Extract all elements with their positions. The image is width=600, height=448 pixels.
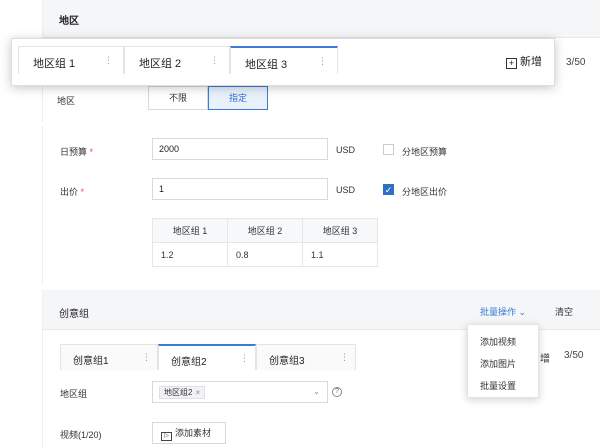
batch-operation-button[interactable]: 批量操作 ⌄ bbox=[480, 305, 526, 318]
menu-item-batch-settings[interactable]: 批量设置 bbox=[480, 379, 516, 392]
more-icon[interactable]: ⋮ bbox=[104, 55, 113, 66]
table-header-row: 地区组 1 地区组 2 地区组 3 bbox=[152, 218, 378, 243]
table-row: 1.2 0.8 1.1 bbox=[152, 242, 378, 267]
region-group-select[interactable]: 地区组2 × ⌄ bbox=[152, 381, 328, 403]
region-panel-title: 地区 bbox=[59, 16, 79, 27]
table-header-cell: 地区组 2 bbox=[227, 218, 303, 243]
region-panel-header: 地区 bbox=[43, 0, 600, 38]
video-label: 视频(1/20) bbox=[60, 430, 102, 440]
tab-creative-group-2[interactable]: 创意组2 ⋮ bbox=[158, 344, 256, 370]
creative-group-count: 3/50 bbox=[564, 350, 584, 361]
menu-item-add-image[interactable]: 添加图片 bbox=[480, 357, 516, 370]
region-budget-checkbox[interactable] bbox=[383, 144, 394, 155]
bid-input[interactable]: 1 bbox=[152, 178, 328, 200]
tab-label: 地区组 3 bbox=[245, 59, 288, 71]
creative-group-tabs: 创意组1 ⋮ 创意组2 ⋮ 创意组3 ⋮ bbox=[60, 344, 356, 370]
tab-label: 创意组3 bbox=[269, 356, 305, 367]
region-bid-label: 分地区出价 bbox=[402, 187, 448, 197]
tab-creative-group-3[interactable]: 创意组3 ⋮ bbox=[256, 344, 356, 370]
menu-item-add-video[interactable]: 添加视频 bbox=[480, 335, 516, 348]
table-header-cell: 地区组 3 bbox=[302, 218, 378, 243]
add-material-button[interactable]: ▷ 添加素材 bbox=[152, 422, 226, 444]
required-mark: * bbox=[87, 147, 94, 157]
region-group-count: 3/50 bbox=[566, 57, 586, 68]
tab-creative-group-1[interactable]: 创意组1 ⋮ bbox=[60, 344, 158, 370]
region-bid-table: 地区组 1 地区组 2 地区组 3 1.2 0.8 1.1 bbox=[152, 218, 378, 267]
table-cell-input[interactable]: 0.8 bbox=[227, 242, 303, 267]
table-cell-input[interactable]: 1.1 bbox=[302, 242, 378, 267]
region-group-tag: 地区组2 × bbox=[159, 386, 206, 399]
chevron-down-icon: ⌄ bbox=[518, 307, 527, 317]
video-icon: ▷ bbox=[161, 432, 172, 441]
more-icon[interactable]: ⋮ bbox=[142, 352, 151, 363]
chevron-down-icon: ⌄ bbox=[313, 387, 320, 396]
region-budget-label: 分地区预算 bbox=[402, 147, 448, 157]
add-creative-group-button[interactable]: 增 bbox=[540, 350, 550, 365]
table-header-cell: 地区组 1 bbox=[152, 218, 228, 243]
region-group-label: 地区组 bbox=[60, 389, 88, 399]
more-icon[interactable]: ⋮ bbox=[210, 55, 219, 66]
batch-operation-menu: 添加视频 添加图片 批量设置 bbox=[467, 324, 539, 398]
region-option-unlimited[interactable]: 不限 bbox=[148, 86, 208, 110]
plus-icon: + bbox=[506, 58, 517, 69]
bid-currency: USD bbox=[336, 185, 356, 195]
add-region-group-button[interactable]: + 新增 bbox=[506, 53, 542, 69]
region-bid-checkbox[interactable]: ✓ bbox=[383, 184, 394, 195]
tab-region-group-2[interactable]: 地区组 2 ⋮ bbox=[124, 46, 230, 74]
daily-budget-input[interactable]: 2000 bbox=[152, 138, 328, 160]
region-option-specified[interactable]: 指定 bbox=[208, 86, 268, 110]
tab-label: 地区组 1 bbox=[33, 58, 76, 70]
more-icon[interactable]: ⋮ bbox=[240, 353, 249, 364]
bid-label: 出价 * bbox=[60, 187, 85, 197]
close-icon[interactable]: × bbox=[195, 388, 200, 397]
clear-button[interactable]: 清空 bbox=[555, 305, 573, 318]
table-cell-input[interactable]: 1.2 bbox=[152, 242, 228, 267]
daily-budget-currency: USD bbox=[336, 145, 356, 155]
tab-label: 地区组 2 bbox=[139, 58, 182, 70]
add-label: 新增 bbox=[520, 56, 542, 68]
tab-region-group-1[interactable]: 地区组 1 ⋮ bbox=[18, 46, 124, 74]
help-icon[interactable]: ? bbox=[332, 387, 342, 397]
tab-label: 创意组1 bbox=[73, 356, 109, 367]
more-icon[interactable]: ⋮ bbox=[318, 56, 327, 67]
tab-label: 创意组2 bbox=[171, 357, 207, 368]
tab-region-group-3[interactable]: 地区组 3 ⋮ bbox=[230, 46, 338, 74]
daily-budget-label: 日预算 * bbox=[60, 147, 94, 157]
region-group-tabs: 地区组 1 ⋮ 地区组 2 ⋮ 地区组 3 ⋮ + 新增 bbox=[11, 38, 555, 86]
region-field-label: 地区 bbox=[57, 96, 76, 106]
creative-panel-title: 创意组 bbox=[59, 309, 89, 320]
more-icon[interactable]: ⋮ bbox=[340, 352, 349, 363]
required-mark: * bbox=[78, 187, 85, 197]
